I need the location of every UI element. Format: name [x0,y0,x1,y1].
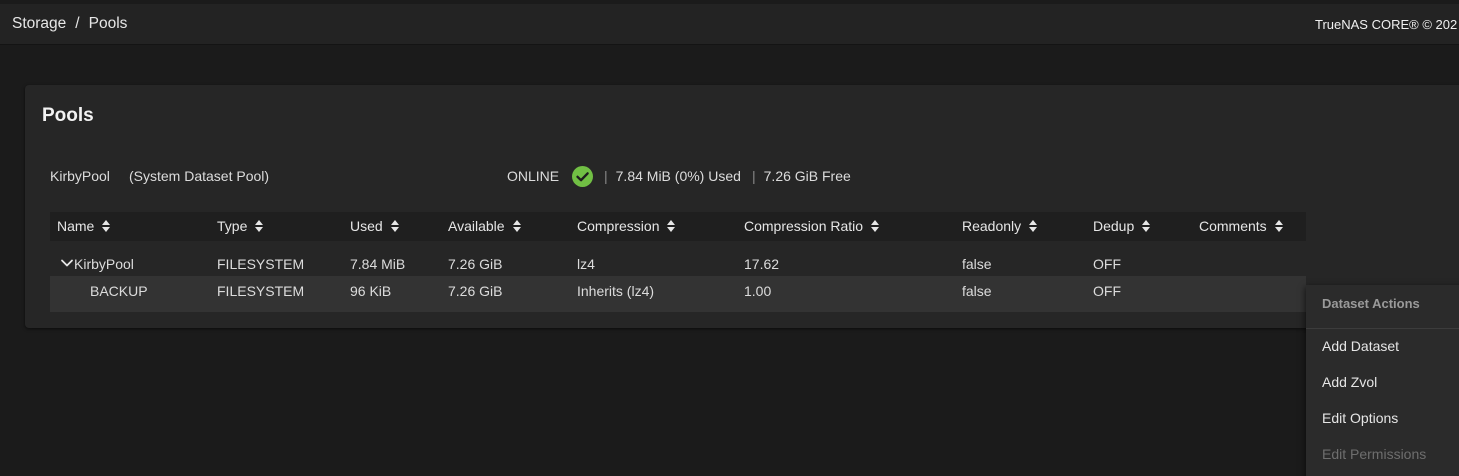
menu-item-edit-options[interactable]: Edit Options [1322,410,1398,426]
cell-used: 96 KiB [350,283,392,299]
column-label: Comments [1199,218,1267,234]
column-header-used[interactable]: Used [350,218,399,234]
menu-item-edit-permissions: Edit Permissions [1322,446,1427,462]
column-header-name[interactable]: Name [57,218,111,234]
breadcrumb: Storage / Pools [12,15,127,33]
table-row[interactable]: BACKUP FILESYSTEM 96 KiB 7.26 GiB Inheri… [50,276,1306,312]
column-header-compression-ratio[interactable]: Compression Ratio [744,218,880,234]
cell-available: 7.26 GiB [448,283,503,299]
breadcrumb-storage[interactable]: Storage [12,15,66,32]
check-circle-icon [572,166,593,187]
table-header: Name Type Used Available Compression Com… [50,212,1306,241]
breadcrumb-pools: Pools [88,15,128,32]
column-label: Compression Ratio [744,218,864,234]
sort-icon[interactable] [1029,220,1038,232]
cell-readonly: false [962,283,992,299]
menu-item-add-zvol[interactable]: Add Zvol [1322,374,1377,390]
column-label: Name [57,218,95,234]
cell-used: 7.84 MiB [350,256,406,272]
menu-title: Dataset Actions [1322,296,1420,311]
cell-compression-ratio: 1.00 [744,283,772,299]
cell-name: KirbyPool [74,256,134,272]
sort-icon[interactable] [512,220,521,232]
cell-compression: Inherits (lz4) [577,283,655,299]
truenas-page: Storage / Pools TrueNAS CORE® © 202 Pools … [0,0,1459,476]
sort-icon[interactable] [255,220,264,232]
sort-icon[interactable] [1142,220,1151,232]
sort-icon[interactable] [871,220,880,232]
pool-free: | 7.26 GiB Free [752,168,851,184]
pool-free-value: 7.26 GiB Free [763,168,851,184]
pipe-separator: | [752,168,756,184]
card-title: Pools [42,105,94,126]
column-label: Type [217,218,248,234]
sort-icon[interactable] [390,220,399,232]
cell-readonly: false [962,256,992,272]
pipe-separator: | [604,168,608,184]
column-header-readonly[interactable]: Readonly [962,218,1038,234]
cell-dedup: OFF [1093,256,1121,272]
column-header-comments[interactable]: Comments [1199,218,1283,234]
pool-used-value: 7.84 MiB (0%) Used [615,168,741,184]
cell-type: FILESYSTEM [217,256,305,272]
column-label: Available [448,218,505,234]
chevron-down-icon[interactable] [60,256,74,270]
cell-compression-ratio: 17.62 [744,256,780,272]
cell-dedup: OFF [1093,283,1121,299]
column-label: Dedup [1093,218,1135,234]
column-header-compression[interactable]: Compression [577,218,676,234]
pool-name: KirbyPool [50,168,110,184]
column-header-dedup[interactable]: Dedup [1093,218,1151,234]
menu-item-add-dataset[interactable]: Add Dataset [1322,338,1399,354]
top-bar: Storage / Pools TrueNAS CORE® © 202 [0,4,1459,45]
column-label: Compression [577,218,660,234]
breadcrumb-separator: / [75,15,80,32]
column-label: Used [350,218,383,234]
pools-card: Pools KirbyPool (System Dataset Pool) ON… [25,85,1459,328]
cell-compression: lz4 [577,256,595,272]
pool-used: | 7.84 MiB (0%) Used [604,168,741,184]
menu-divider [1306,328,1459,329]
cell-available: 7.26 GiB [448,256,503,272]
sort-icon[interactable] [102,220,111,232]
cell-type: FILESYSTEM [217,283,305,299]
pool-status: ONLINE [507,168,560,184]
column-label: Readonly [962,218,1022,234]
cell-name: BACKUP [90,283,148,299]
brand-copyright: TrueNAS CORE® © 202 [1315,17,1458,32]
sort-icon[interactable] [667,220,676,232]
sort-icon[interactable] [1274,220,1283,232]
dataset-actions-menu: Dataset Actions Add Dataset Add Zvol Edi… [1306,285,1459,476]
column-header-type[interactable]: Type [217,218,264,234]
column-header-available[interactable]: Available [448,218,521,234]
system-dataset-label: (System Dataset Pool) [129,168,270,184]
